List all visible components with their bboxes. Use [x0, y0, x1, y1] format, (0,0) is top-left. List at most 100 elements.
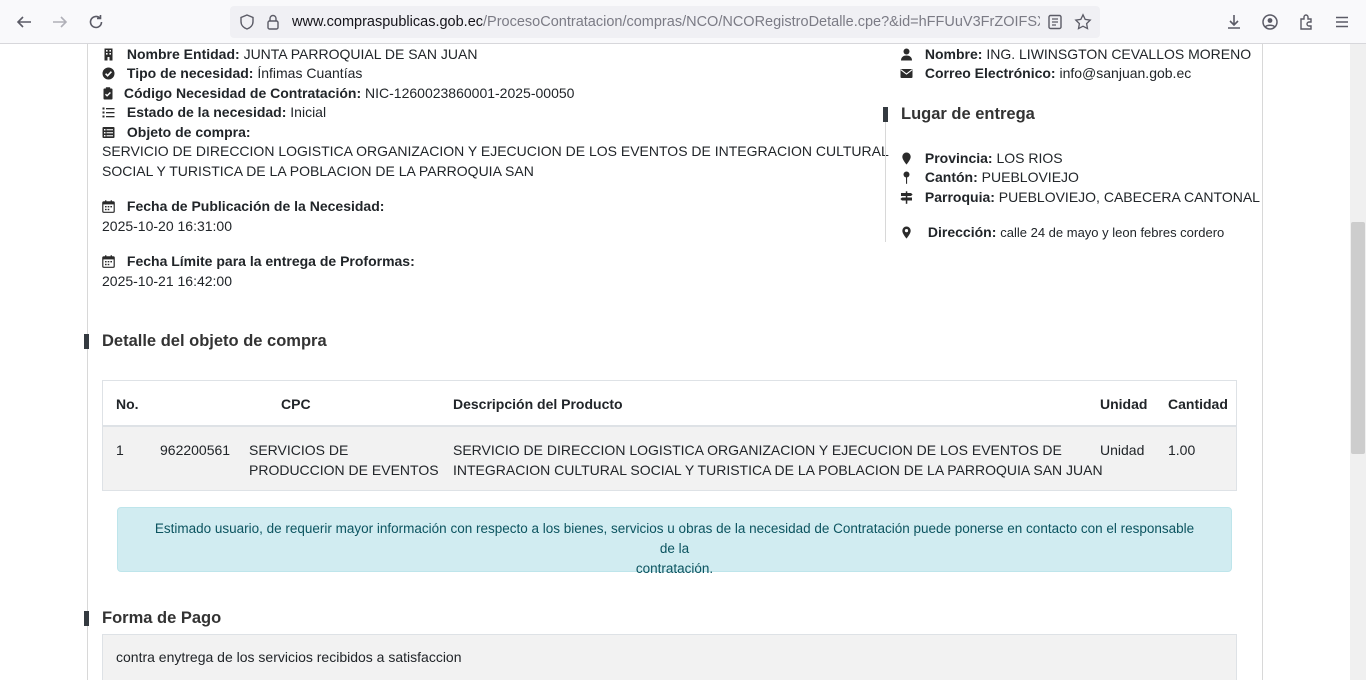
cpc-name-line1: SERVICIOS DE — [249, 442, 349, 458]
objeto-compra-row: Objeto de compra: — [102, 123, 251, 141]
provincia-row: Provincia: LOS RIOS — [900, 149, 1063, 167]
col-cpc: CPC — [281, 396, 311, 412]
col-cantidad: Cantidad — [1168, 396, 1228, 412]
objeto-compra-text-line2: SOCIAL Y TURISTICA DE LA POBLACION DE LA… — [102, 163, 534, 179]
detalle-title: Detalle del objeto de compra — [102, 332, 327, 350]
contacto-correo-row: Correo Electrónico: info@sanjuan.gob.ec — [900, 64, 1191, 82]
table-row: 1 962200561 SERVICIOS DE PRODUCCION DE E… — [103, 427, 1236, 490]
cell-unidad: Unidad — [1100, 442, 1145, 458]
content-border-left — [87, 44, 88, 680]
lock-icon[interactable] — [264, 13, 282, 31]
list-alt-icon — [102, 125, 118, 139]
parroquia-value: PUEBLOVIEJO, CABECERA CANTONAL — [998, 189, 1260, 205]
alert-line1: Estimado usuario, de requerir mayor info… — [154, 521, 1195, 556]
fecha-limite-row: Fecha Límite para la entrega de Proforma… — [102, 252, 415, 270]
tipo-necesidad-row: Tipo de necesidad: Ínfimas Cuantías — [102, 64, 362, 82]
back-arrow-icon[interactable] — [12, 10, 36, 34]
account-icon[interactable] — [1258, 10, 1282, 34]
alert-line2: contratación. — [635, 561, 714, 576]
lugar-divider — [885, 122, 886, 242]
codigo-necesidad-label: Código Necesidad de Contratación: — [123, 85, 362, 101]
building-icon — [102, 47, 118, 61]
contacto-correo-value: info@sanjuan.gob.ec — [1059, 65, 1192, 81]
tipo-necesidad-label: Tipo de necesidad: — [126, 65, 254, 81]
shield-icon[interactable] — [238, 13, 256, 31]
direccion-row: Dirección: calle 24 de mayo y leon febre… — [900, 223, 1224, 242]
map-pin-icon — [900, 151, 916, 165]
descripcion-line1: SERVICIO DE DIRECCION LOGISTICA ORGANIZA… — [453, 442, 1062, 458]
section-marker — [883, 107, 888, 122]
canton-label: Cantón: — [924, 169, 978, 185]
canton-row: Cantón: PUEBLOVIEJO — [900, 168, 1079, 186]
parroquia-row: Parroquia: PUEBLOVIEJO, CABECERA CANTONA… — [900, 188, 1260, 206]
estado-necesidad-value: Inicial — [290, 104, 327, 120]
url-text[interactable]: www.compraspublicas.gob.ec/ProcesoContra… — [292, 14, 1040, 30]
contacto-nombre-value: ING. LIWINSGTON CEVALLOS MORENO — [986, 46, 1252, 62]
detalle-table: No. CPC Descripción del Producto Unidad … — [102, 380, 1237, 491]
codigo-necesidad-value: NIC-1260023860001-2025-00050 — [365, 85, 575, 101]
cell-cantidad: 1.00 — [1168, 442, 1196, 458]
signpost-icon — [900, 190, 916, 204]
scrollbar-thumb[interactable] — [1351, 222, 1365, 454]
cell-cpc-code: 962200561 — [160, 442, 231, 458]
envelope-icon — [900, 66, 916, 80]
parroquia-label: Parroquia: — [924, 189, 995, 205]
objeto-compra-label: Objeto de compra: — [126, 124, 251, 140]
nombre-entidad-label: Nombre Entidad: — [126, 46, 240, 62]
forma-pago-value: contra enytrega de los servicios recibid… — [116, 649, 462, 665]
pushpin-icon — [900, 170, 916, 184]
canton-value: PUEBLOVIEJO — [981, 169, 1079, 185]
reload-icon[interactable] — [84, 10, 108, 34]
forward-arrow-icon[interactable] — [48, 10, 72, 34]
col-descripcion: Descripción del Producto — [453, 396, 623, 412]
extensions-icon[interactable] — [1294, 10, 1318, 34]
fecha-publicacion-value: 2025-10-20 16:31:00 — [102, 218, 232, 234]
info-alert: Estimado usuario, de requerir mayor info… — [117, 507, 1232, 576]
cpc-name-line2: PRODUCCION DE EVENTOS — [249, 462, 439, 478]
direccion-value: calle 24 de mayo y leon febres cordero — [1000, 225, 1225, 240]
descripcion-line2: INTEGRACION CULTURAL SOCIAL Y TURISTICA … — [453, 462, 1103, 478]
codigo-necesidad-row: Código Necesidad de Contratación: NIC-12… — [102, 84, 574, 102]
downloads-icon[interactable] — [1222, 10, 1246, 34]
col-no: No. — [116, 396, 139, 412]
fecha-publicacion-label: Fecha de Publicación de la Necesidad: — [126, 198, 385, 214]
lugar-entrega-title: Lugar de entrega — [901, 105, 1035, 123]
menu-hamburger-icon[interactable] — [1330, 10, 1354, 34]
direccion-label: Dirección: — [927, 224, 997, 240]
contacto-nombre-row: Nombre: ING. LIWINSGTON CEVALLOS MORENO — [900, 45, 1251, 63]
contacto-nombre-label: Nombre: — [924, 46, 983, 62]
content-border-right — [1262, 44, 1263, 680]
clipboard-check-icon — [102, 86, 115, 100]
browser-toolbar: www.compraspublicas.gob.ec/ProcesoContra… — [0, 0, 1366, 44]
cell-cpc-name: SERVICIOS DE PRODUCCION DE EVENTOS — [249, 440, 439, 480]
forma-pago-title: Forma de Pago — [102, 609, 222, 627]
nombre-entidad-row: Nombre Entidad: JUNTA PARROQUIAL DE SAN … — [102, 45, 477, 63]
user-icon — [900, 47, 916, 61]
url-bar[interactable]: www.compraspublicas.gob.ec/ProcesoContra… — [230, 6, 1100, 38]
fecha-publicacion-row: Fecha de Publicación de la Necesidad: — [102, 197, 384, 215]
table-header: No. CPC Descripción del Producto Unidad … — [103, 381, 1236, 427]
calendar-icon — [102, 199, 118, 213]
calendar-icon — [102, 254, 118, 268]
tipo-necesidad-value: Ínfimas Cuantías — [257, 65, 363, 81]
section-marker — [84, 611, 89, 626]
estado-necesidad-row: Estado de la necesidad: Inicial — [102, 103, 326, 121]
check-circle-icon — [102, 66, 118, 80]
location-marker-icon — [900, 225, 916, 239]
list-icon — [102, 105, 118, 119]
estado-necesidad-label: Estado de la necesidad: — [126, 104, 287, 120]
col-unidad: Unidad — [1100, 396, 1148, 412]
provincia-label: Provincia: — [924, 150, 993, 166]
reader-view-icon[interactable] — [1046, 13, 1064, 31]
contacto-correo-label: Correo Electrónico: — [924, 65, 1056, 81]
cell-descripcion: SERVICIO DE DIRECCION LOGISTICA ORGANIZA… — [453, 440, 1103, 480]
fecha-limite-value: 2025-10-21 16:42:00 — [102, 273, 232, 289]
fecha-limite-label: Fecha Límite para la entrega de Proforma… — [126, 253, 415, 269]
objeto-compra-text-line1: SERVICIO DE DIRECCION LOGISTICA ORGANIZA… — [102, 143, 889, 159]
section-marker — [84, 334, 89, 349]
nombre-entidad-value: JUNTA PARROQUIAL DE SAN JUAN — [243, 46, 478, 62]
cell-no: 1 — [116, 442, 124, 458]
forma-pago-box: contra enytrega de los servicios recibid… — [102, 634, 1237, 680]
provincia-value: LOS RIOS — [996, 150, 1063, 166]
bookmark-star-icon[interactable] — [1074, 13, 1092, 31]
